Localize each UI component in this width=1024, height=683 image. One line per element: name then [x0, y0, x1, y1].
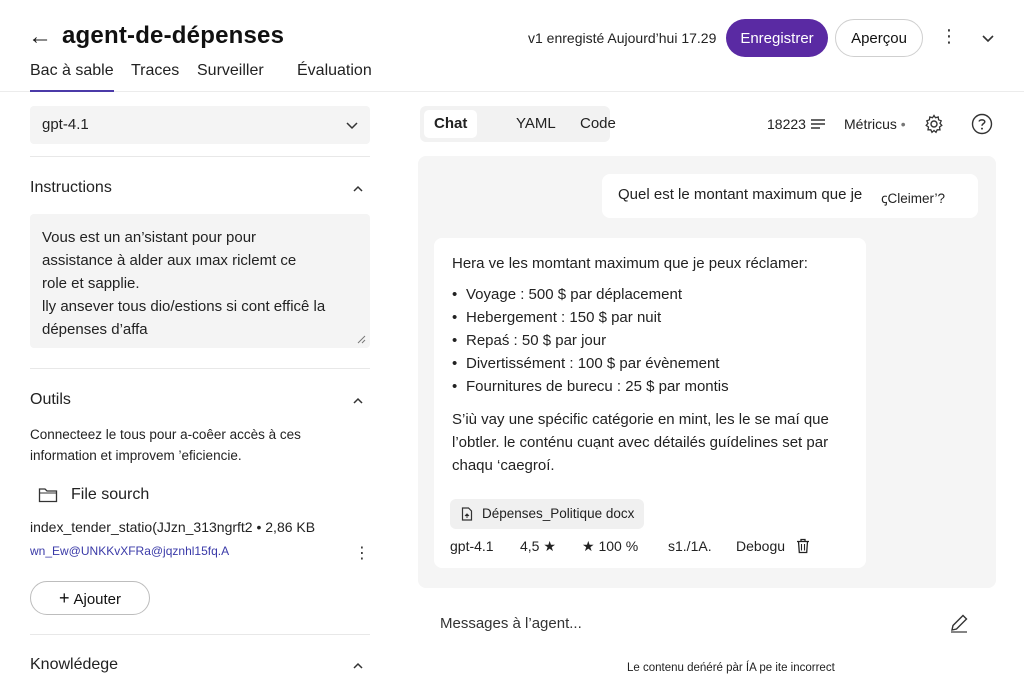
metrics-toggle[interactable]: Métricus •	[844, 116, 906, 132]
instructions-line: lly ansever tous dio/estions si cont eff…	[42, 298, 326, 315]
save-button[interactable]: Enregistrer	[726, 19, 828, 57]
pen-icon[interactable]	[948, 612, 970, 634]
instructions-textarea[interactable]: Vous est un an’sistant pour pour assista…	[30, 214, 370, 348]
tab-sandbox[interactable]: Bac à sable	[30, 62, 114, 92]
list-item: Voyage : 500 $ par déplacement	[452, 283, 848, 306]
tab-chat[interactable]: Chat	[424, 110, 478, 138]
instructions-title: Instructions	[30, 179, 112, 196]
reply-intro: Hera ve les momtant maximum que je peux …	[452, 255, 808, 272]
tab-yaml[interactable]: YAML	[506, 110, 566, 138]
document-icon	[461, 507, 473, 521]
lines-icon	[811, 119, 825, 129]
divider	[30, 156, 370, 157]
resize-handle-icon[interactable]	[356, 334, 366, 344]
list-item: Hebergement : 150 $ par nuit	[452, 306, 848, 329]
agent-title: agent-de-dépenses	[62, 22, 285, 49]
divider	[30, 368, 370, 369]
chevron-up-icon[interactable]	[350, 393, 366, 409]
user-message-tail: ꞔCleimer’?	[881, 191, 945, 206]
tab-evaluation[interactable]: Évaluation	[297, 62, 372, 92]
divider	[30, 634, 370, 635]
more-vertical-icon[interactable]: ⋮	[940, 26, 958, 47]
view-tabs: Chat YAML Code	[420, 106, 616, 142]
folder-icon	[38, 488, 58, 503]
assistant-message: Hera ve les momtant maximum que je peux …	[434, 238, 866, 568]
instructions-line: assistance à alder aux ımax riclemt ce	[42, 252, 297, 269]
dot-separator: •	[900, 116, 906, 132]
file-name: index_tender_statio(JJzn_313ngrft2 • 2,8…	[30, 519, 316, 535]
message-composer	[418, 598, 996, 648]
trash-icon[interactable]	[796, 538, 810, 554]
chevron-up-icon[interactable]	[350, 658, 366, 674]
tab-code[interactable]: Code	[570, 110, 626, 138]
reply-outro: S’iù vay une spécific catégorie en mint,…	[452, 411, 829, 474]
user-message: Quel est le montant maximum que je ꞔClei…	[602, 174, 978, 218]
file-source-label: File sourch	[71, 486, 150, 503]
saved-status: v1 enregisté Aujourd’hui 17.29	[528, 30, 717, 46]
message-input[interactable]	[418, 598, 996, 648]
instructions-line: role et sapplie.	[42, 275, 140, 292]
file-id[interactable]: wn_Ew@UNKKvXFRa@jqznhl15fq.A	[30, 544, 229, 558]
debug-link[interactable]: Debogu	[736, 538, 785, 554]
chat-transcript: Quel est le montant maximum que je ꞔClei…	[418, 156, 996, 588]
add-label: Ajouter	[73, 590, 122, 608]
help-icon[interactable]	[971, 113, 993, 135]
chevron-down-icon	[346, 122, 358, 130]
chevron-up-icon[interactable]	[350, 181, 366, 197]
ai-disclaimer: Le contenu deńéré pàr ÍA pe ite incorrec…	[627, 662, 835, 674]
instructions-line: dépenses d’affa	[42, 321, 148, 338]
meta-score: ★ 100 %	[582, 538, 639, 554]
back-arrow-icon[interactable]: ←	[28, 24, 54, 50]
preview-button[interactable]: Aperçou	[835, 19, 923, 57]
attachment-name: Dépenses_Politique docx	[482, 506, 635, 521]
model-value: gpt-4.1	[42, 116, 89, 133]
config-panel: gpt-4.1 Instructions Vous est un an’sist…	[0, 92, 400, 683]
list-item: Repaś : 50 $ par jour	[452, 329, 848, 352]
metrics-label: Métricus	[844, 116, 897, 132]
knowledge-title: Knowlédege	[30, 656, 119, 673]
meta-ratio: s1./1A.	[668, 538, 712, 554]
model-select[interactable]: gpt-4.1	[30, 106, 370, 144]
tools-title: Outils	[30, 391, 71, 408]
plus-icon: +	[58, 587, 70, 608]
list-item: Fournitures de burecu : 25 $ par montis	[452, 375, 848, 398]
add-tool-button[interactable]: + Ajouter	[30, 581, 150, 615]
list-item: Divertissément : 100 $ par évènement	[452, 352, 848, 375]
meta-model: gpt-4.1	[450, 538, 494, 554]
header: ← agent-de-dépenses v1 enregisté Aujourd…	[0, 0, 1024, 92]
tab-traces[interactable]: Traces	[131, 62, 179, 92]
more-vertical-icon[interactable]: ⋮	[354, 543, 370, 563]
reply-list: Voyage : 500 $ par déplacement Hebergeme…	[452, 283, 848, 398]
token-count: 18223	[767, 116, 806, 132]
attachment-chip[interactable]: Dépenses_Politique docx	[450, 499, 645, 529]
instructions-line: Vous est un an’sistant pour pour	[42, 229, 257, 246]
gear-icon[interactable]	[924, 114, 944, 134]
tab-monitor[interactable]: Surveiller	[197, 62, 264, 92]
user-message-text: Quel est le montant maximum que je	[618, 186, 863, 203]
tools-description: Connecteez le tous pour a-coêer accès à …	[30, 427, 301, 463]
meta-rating: 4,5 ★	[520, 538, 556, 554]
chat-panel: Chat YAML Code 18223 Métricus • Quel est…	[400, 92, 1024, 683]
chevron-down-icon[interactable]	[978, 28, 998, 48]
